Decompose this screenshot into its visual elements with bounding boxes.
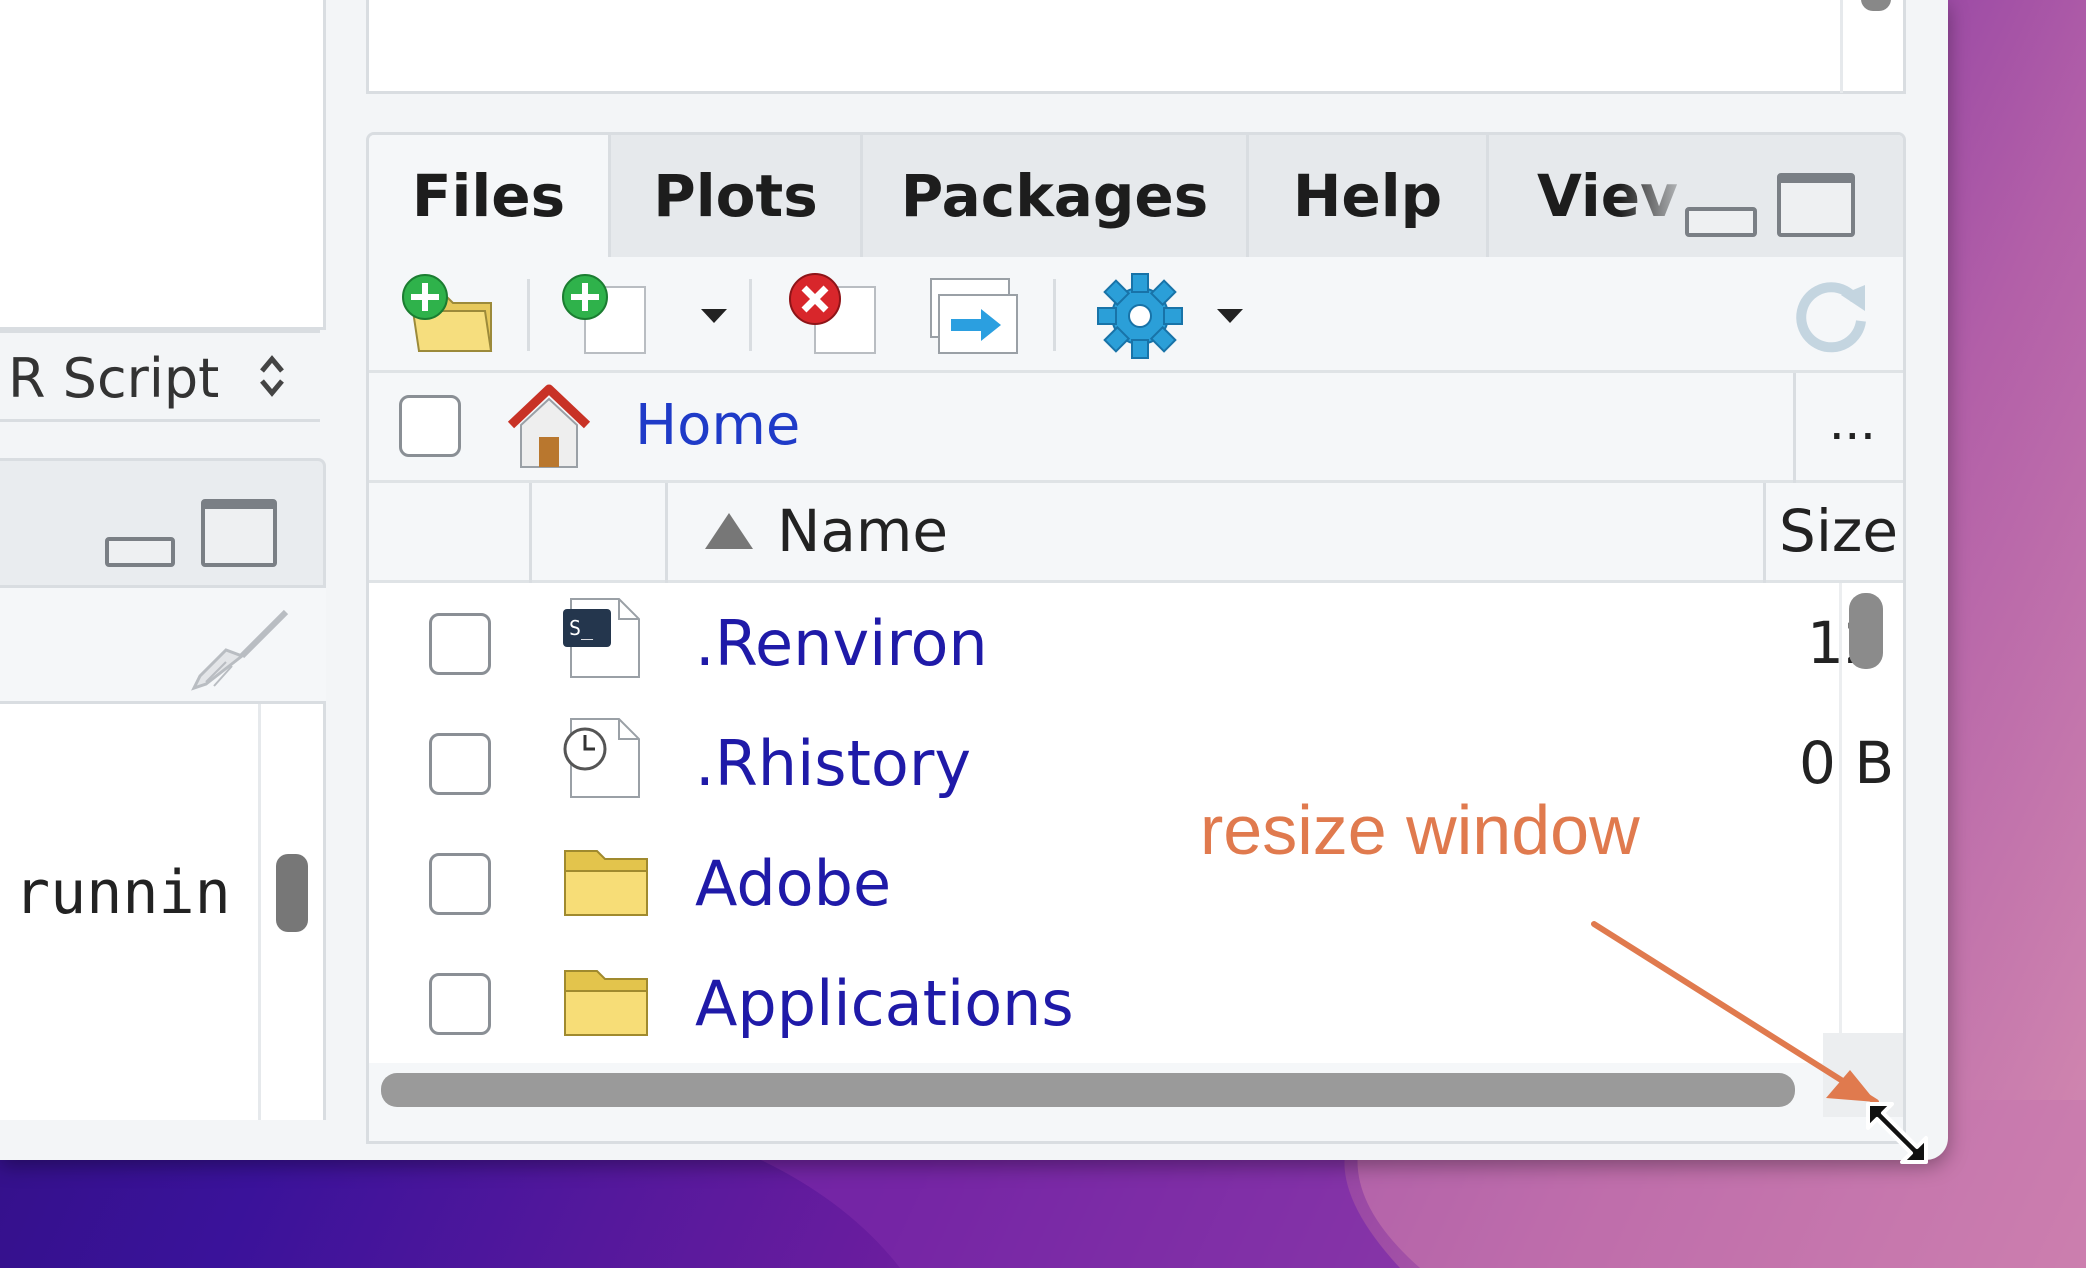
row-checkbox[interactable] <box>429 613 491 675</box>
source-pane <box>0 0 326 330</box>
header-divider <box>1763 483 1766 583</box>
gear-icon[interactable] <box>1095 271 1185 361</box>
column-header-row: Name Size <box>369 483 1903 583</box>
environment-pane-header <box>0 458 326 588</box>
sort-ascending-icon[interactable] <box>701 509 757 553</box>
toolbar-separator <box>749 279 752 351</box>
terminal-file-icon: S_ <box>563 598 640 678</box>
select-all-checkbox[interactable] <box>399 395 461 457</box>
history-file-icon <box>563 718 640 798</box>
header-divider <box>529 483 532 583</box>
console-output: runnin <box>14 858 231 928</box>
left-column: R Script runnin <box>0 0 326 1160</box>
new-folder-icon[interactable] <box>399 271 499 355</box>
breadcrumb-separator <box>1793 373 1796 483</box>
toolbar-separator <box>1053 279 1056 351</box>
file-name-link[interactable]: .Renviron <box>695 607 988 680</box>
upper-scrollbar[interactable] <box>1861 0 1891 11</box>
up-down-icon <box>260 355 284 397</box>
column-header-name[interactable]: Name <box>777 497 948 565</box>
console-toolbar <box>0 588 326 704</box>
doc-type-selector[interactable]: R Script <box>0 330 320 422</box>
vertical-scrollbar[interactable] <box>1849 593 1883 669</box>
table-row[interactable]: .Rhistory 0 B <box>369 703 1903 823</box>
broom-icon[interactable] <box>186 606 296 696</box>
console-scrollbar[interactable] <box>276 854 308 932</box>
tab-packages[interactable]: Packages <box>863 135 1249 257</box>
file-name-link[interactable]: Applications <box>695 967 1074 1040</box>
row-checkbox[interactable] <box>429 973 491 1035</box>
file-name-link[interactable]: Adobe <box>695 847 891 920</box>
header-divider <box>665 483 668 583</box>
pane-maximize-icon[interactable] <box>1777 173 1855 237</box>
rename-icon[interactable] <box>925 273 1021 357</box>
new-file-icon[interactable] <box>559 271 651 355</box>
file-name-link[interactable]: .Rhistory <box>695 727 971 800</box>
tab-help[interactable]: Help <box>1249 135 1489 257</box>
tab-files[interactable]: Files <box>369 135 611 257</box>
home-icon[interactable] <box>499 381 599 473</box>
row-checkbox[interactable] <box>429 853 491 915</box>
console-scroll-gutter <box>258 704 261 1120</box>
upper-scroll-gutter <box>1840 0 1843 93</box>
pane-minimize-icon[interactable] <box>1685 207 1757 237</box>
dropdown-arrow-icon[interactable] <box>699 305 729 325</box>
doc-type-label: R Script <box>8 347 220 410</box>
tab-fade <box>1619 135 1699 257</box>
delete-icon[interactable] <box>785 271 881 355</box>
svg-text:S_: S_ <box>569 616 594 640</box>
minimize-icon[interactable] <box>105 537 175 567</box>
breadcrumb-home-link[interactable]: Home <box>635 393 800 458</box>
dropdown-arrow-icon[interactable] <box>1215 305 1245 325</box>
tab-bar: Files Plots Packages Help Viev <box>369 135 1903 257</box>
breadcrumb: Home ... <box>369 373 1903 483</box>
upper-right-pane <box>366 0 1906 94</box>
row-checkbox[interactable] <box>429 733 491 795</box>
file-size: 0 B <box>1799 729 1895 797</box>
toolbar-separator <box>527 279 530 351</box>
more-options-button[interactable]: ... <box>1829 387 1876 452</box>
table-row[interactable]: S_ .Renviron 12 <box>369 583 1903 703</box>
annotation-label: resize window <box>1200 791 1640 869</box>
maximize-icon[interactable] <box>201 499 277 567</box>
resize-cursor-icon[interactable] <box>1862 1098 1932 1168</box>
annotation-arrow <box>1591 921 1879 1105</box>
folder-icon <box>564 850 648 916</box>
folder-icon <box>564 970 648 1036</box>
refresh-icon[interactable] <box>1789 269 1879 359</box>
tab-plots[interactable]: Plots <box>611 135 863 257</box>
files-toolbar <box>369 257 1903 373</box>
column-header-size[interactable]: Size <box>1779 497 1898 565</box>
